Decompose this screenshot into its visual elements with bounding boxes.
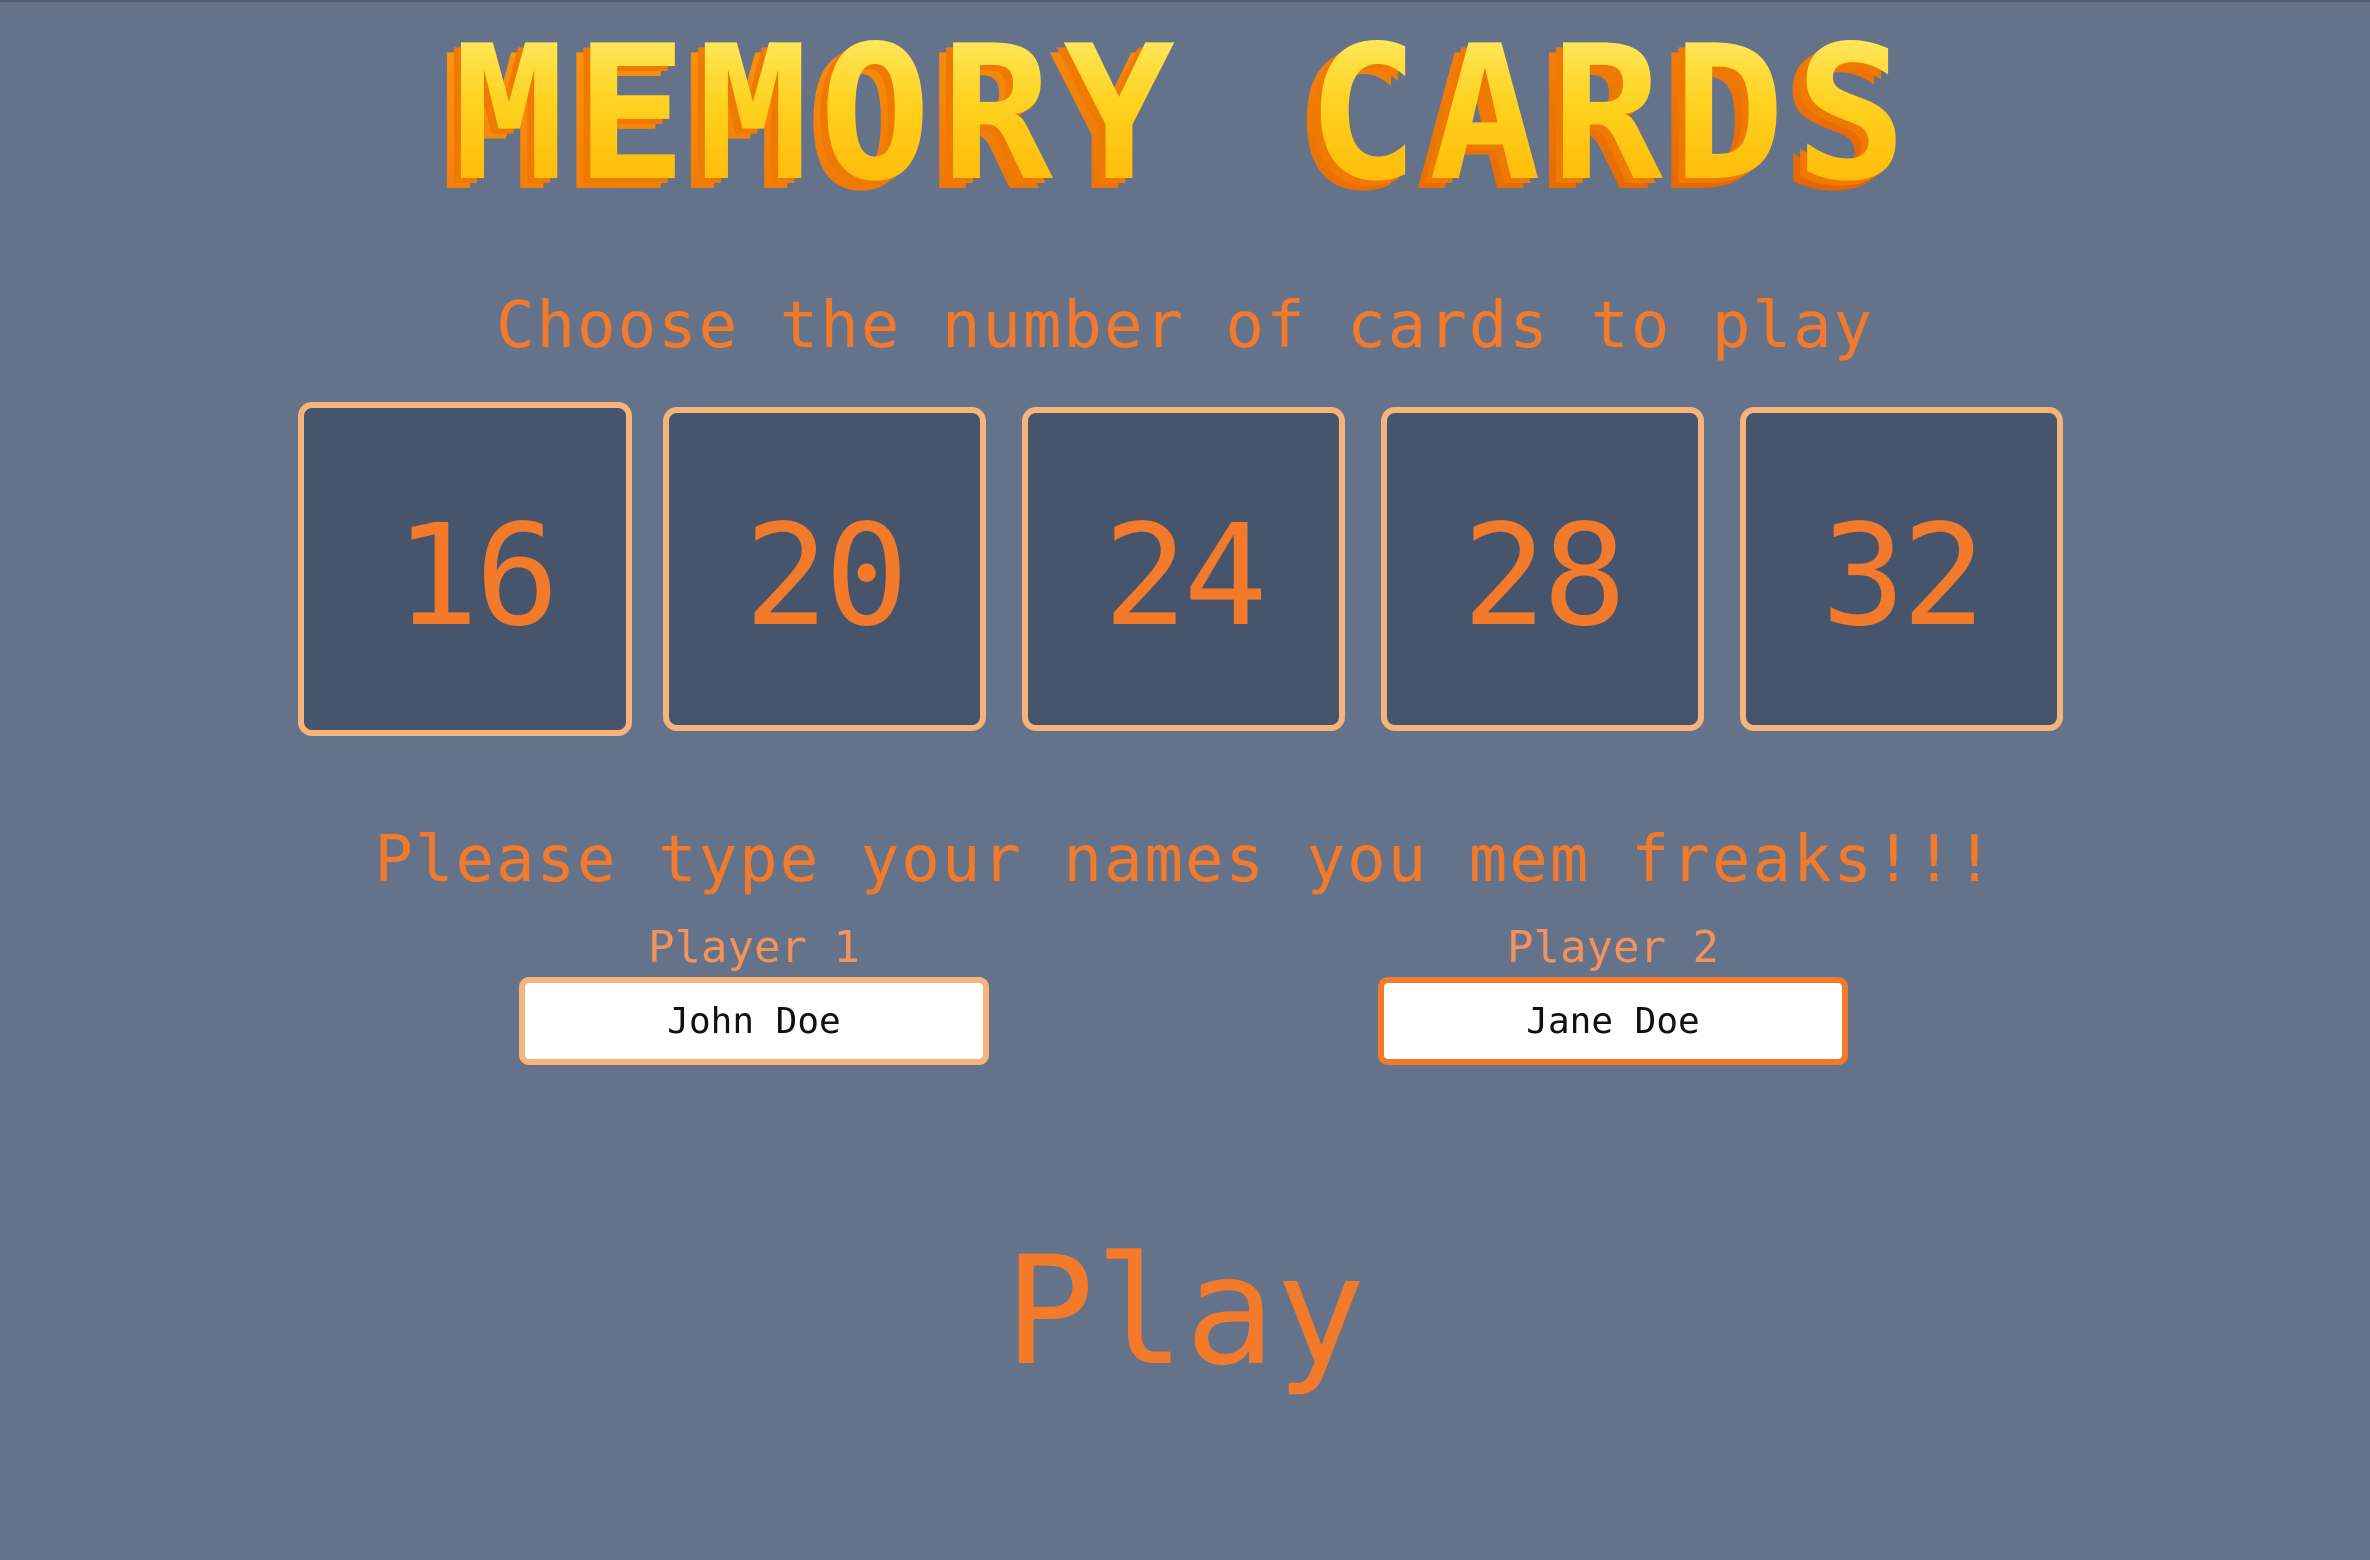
cards-prompt: Choose the number of cards to play — [495, 289, 1875, 363]
player-1-name-input[interactable] — [519, 977, 989, 1065]
card-option-label: 16 — [394, 495, 560, 658]
card-option-16[interactable]: 16 — [298, 402, 632, 736]
card-option-label: 20 — [744, 495, 909, 658]
card-option-24[interactable]: 24 — [1022, 407, 1345, 731]
card-option-label: 24 — [1103, 495, 1268, 658]
player-2-name-input[interactable] — [1378, 977, 1848, 1065]
player-1-label: Player 1 — [648, 922, 860, 973]
names-prompt: Please type your names you mem freaks!!! — [374, 823, 1996, 897]
card-option-32[interactable]: 32 — [1740, 407, 2063, 731]
logo-text-face: MEMORY CARDS — [453, 5, 1917, 222]
card-option-28[interactable]: 28 — [1381, 407, 1704, 731]
play-button[interactable]: Play — [935, 1232, 1435, 1392]
card-option-label: 28 — [1462, 495, 1627, 658]
card-option-20[interactable]: 20 — [663, 407, 986, 731]
card-option-label: 32 — [1821, 495, 1986, 658]
player-2-label: Player 2 — [1507, 922, 1719, 973]
memory-cards-logo: MEMORY CARDS MEMORY CARDS MEMORY CARDS — [439, 5, 1917, 230]
